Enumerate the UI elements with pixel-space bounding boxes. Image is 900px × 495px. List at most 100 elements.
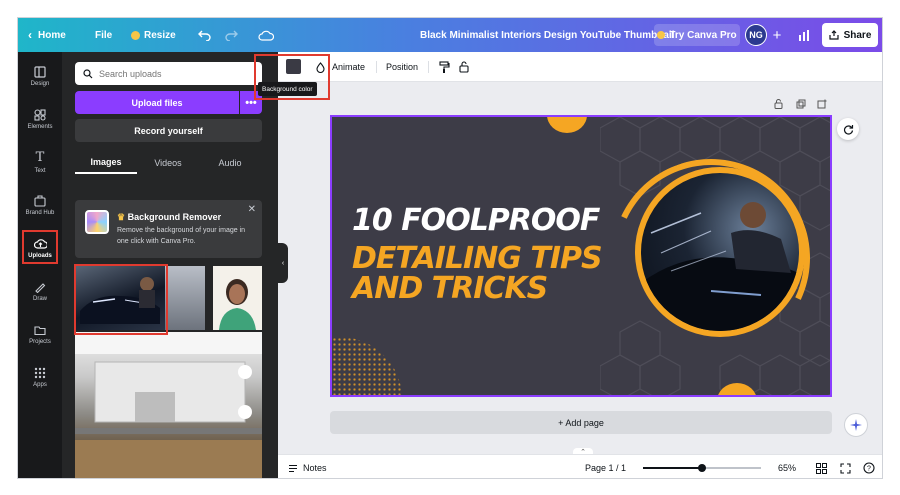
document-title[interactable]: Black Minimalist Interiors Design YouTub…: [420, 18, 674, 52]
tab-images[interactable]: Images: [75, 152, 137, 174]
upload-files-button[interactable]: Upload files: [75, 91, 239, 114]
home-button[interactable]: ‹ Home: [28, 18, 66, 52]
divider: [428, 61, 429, 73]
cloud-save-status[interactable]: [256, 18, 276, 52]
tooltip-text: Background color: [262, 85, 313, 93]
headline-line-1[interactable]: 10 FOOLPROOF: [352, 203, 600, 238]
background-remover-thumbnail: [85, 210, 109, 234]
rail-label: Text: [34, 168, 46, 174]
undo-button[interactable]: [195, 18, 213, 52]
help-button[interactable]: ?: [863, 455, 875, 478]
position-button[interactable]: Position: [386, 52, 418, 82]
text-icon: T: [35, 150, 45, 165]
rail-item-draw[interactable]: Draw: [18, 271, 62, 311]
rail-item-design[interactable]: Design: [18, 56, 62, 96]
zoom-slider-handle[interactable]: [698, 464, 706, 472]
help-icon: ?: [863, 462, 875, 474]
resize-button[interactable]: Resize: [131, 18, 176, 52]
upload-tabs: Images Videos Audio: [75, 152, 262, 174]
animate-button[interactable]: Animate: [332, 52, 365, 82]
record-label: Record yourself: [134, 125, 203, 136]
page-lock-button[interactable]: [774, 98, 783, 110]
svg-text:?: ?: [867, 466, 871, 473]
notes-icon: [289, 464, 297, 472]
bar-chart-icon: [799, 29, 809, 41]
page-indicator[interactable]: Page 1 / 1: [585, 455, 626, 478]
headline-line-2[interactable]: DETAILING TIPS AND TRICKS: [352, 244, 642, 304]
duplicate-icon: [796, 99, 806, 109]
zoom-slider-fill: [643, 467, 702, 469]
upload-thumbnail-garage[interactable]: [165, 266, 205, 330]
record-yourself-button[interactable]: Record yourself: [75, 119, 262, 142]
add-page-button[interactable]: + Add page: [330, 411, 832, 434]
insights-button[interactable]: [794, 18, 814, 52]
dot-pattern: [332, 337, 402, 395]
duplicate-page-button[interactable]: [796, 98, 806, 110]
share-button[interactable]: Share: [822, 23, 878, 47]
close-icon[interactable]: ✕: [248, 204, 256, 215]
add-page-label: + Add page: [558, 417, 604, 428]
avatar[interactable]: NG: [745, 24, 767, 46]
lock-button[interactable]: [456, 52, 472, 82]
invite-button[interactable]: +: [768, 24, 786, 46]
draw-icon: [35, 282, 46, 293]
notes-button[interactable]: Notes: [288, 455, 327, 478]
upload-thumbnail-person[interactable]: [213, 266, 262, 330]
zoom-level[interactable]: 65%: [778, 455, 797, 478]
file-menu[interactable]: File: [95, 18, 112, 52]
share-label: Share: [843, 29, 872, 41]
tab-audio[interactable]: Audio: [199, 152, 261, 174]
fullscreen-button[interactable]: [840, 455, 851, 478]
app-window: ‹ Home File Resize Black Minimalist Inte…: [17, 17, 883, 479]
sparkle-icon: [850, 419, 862, 431]
refresh-button[interactable]: [837, 118, 859, 140]
add-page-icon-button[interactable]: [817, 98, 827, 110]
apps-icon: [34, 367, 46, 378]
position-label: Position: [386, 62, 419, 72]
elements-icon: [34, 108, 46, 121]
redo-button[interactable]: [222, 18, 240, 52]
cloud-icon: [258, 30, 274, 41]
share-icon: [828, 30, 839, 40]
avatar-initials: NG: [749, 30, 763, 40]
selected-thumbnail-highlight: [74, 264, 168, 335]
grid-view-button[interactable]: [816, 455, 827, 478]
search-icon: [83, 68, 93, 78]
rail-label: Brand Hub: [25, 209, 55, 216]
decorative-circle-top: [547, 117, 587, 133]
rail-label: Draw: [32, 295, 47, 302]
detailing-photo: [635, 167, 805, 337]
crown-icon: ♛: [117, 212, 128, 222]
rail-item-brand-hub[interactable]: Brand Hub: [18, 185, 62, 225]
car-detailing-photo: [641, 202, 799, 331]
rail-item-projects[interactable]: Projects: [18, 314, 62, 354]
undo-icon: [197, 30, 211, 41]
tab-label: Videos: [154, 158, 182, 168]
chevron-left-icon: ‹: [281, 259, 285, 267]
rail-item-apps[interactable]: Apps: [18, 357, 62, 397]
rail-item-text[interactable]: T Text: [18, 142, 62, 182]
magic-assistant-button[interactable]: [844, 413, 868, 437]
grid-icon: [816, 462, 827, 474]
zoom-slider[interactable]: [643, 464, 761, 472]
top-bar: ‹ Home File Resize Black Minimalist Inte…: [18, 18, 882, 52]
expand-icon: [840, 462, 851, 474]
collapse-panel-button[interactable]: ‹: [278, 243, 288, 283]
try-canva-pro-button[interactable]: Try Canva Pro: [654, 24, 740, 46]
uploads-highlight-box: [22, 230, 58, 264]
tab-videos[interactable]: Videos: [137, 152, 199, 174]
upload-thumbnail-video[interactable]: [75, 332, 262, 478]
copy-style-button[interactable]: [436, 52, 452, 82]
home-label: Home: [38, 29, 66, 41]
background-remover-card[interactable]: ♛ Background Remover Remove the backgrou…: [75, 200, 262, 258]
brand-hub-icon: [34, 194, 46, 207]
search-input[interactable]: [99, 68, 249, 79]
design-canvas[interactable]: 10 FOOLPROOF DETAILING TIPS AND TRICKS: [330, 115, 832, 397]
add-page-icon: [817, 99, 827, 109]
rail-item-elements[interactable]: Elements: [18, 99, 62, 139]
search-box[interactable]: [75, 62, 262, 85]
rail-label: Elements: [27, 123, 53, 130]
lock-icon: [459, 61, 469, 73]
zoom-level-text: 65%: [778, 463, 797, 473]
projects-icon: [34, 325, 46, 335]
